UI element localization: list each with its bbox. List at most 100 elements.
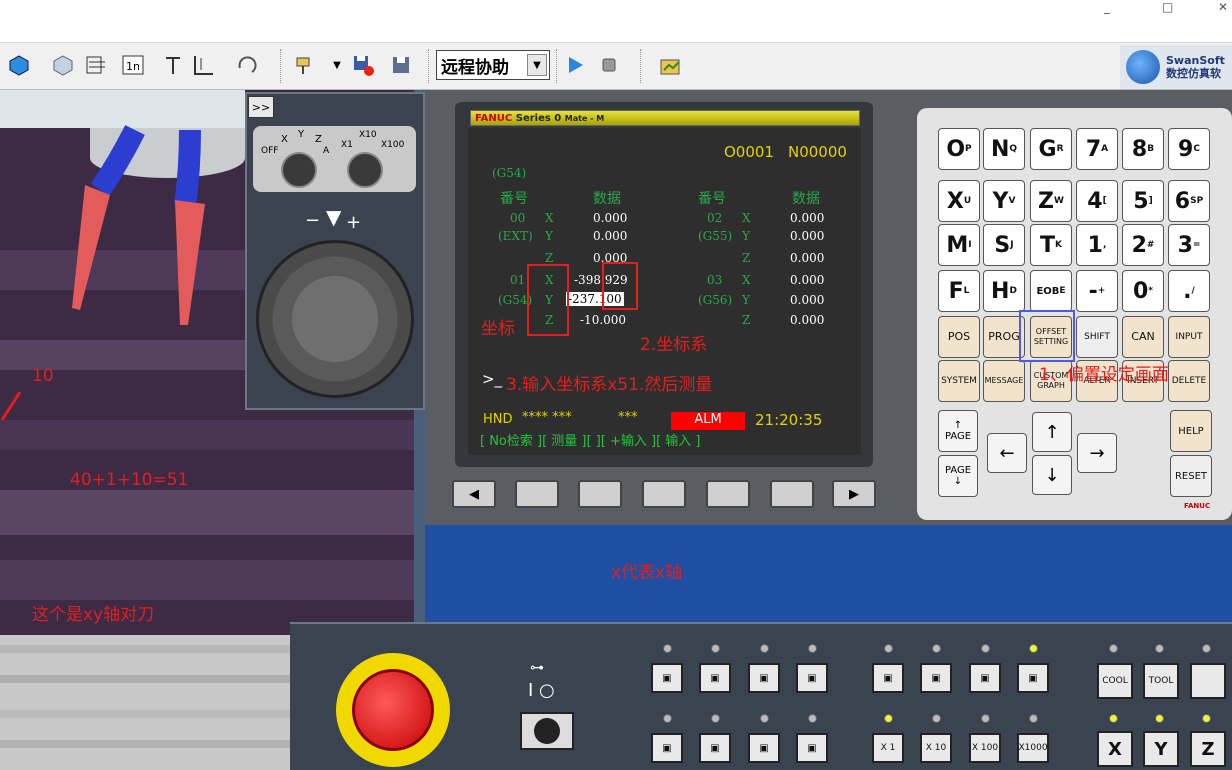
save-red-icon[interactable] [350,51,376,79]
offset-value[interactable]: 0.000 [790,211,824,225]
key-shift[interactable]: SHIFT [1076,316,1118,358]
maximize-button[interactable]: □ [1162,0,1173,14]
mode-icon-button[interactable]: ▣ [872,663,904,693]
key-x[interactable]: - + [1076,270,1118,312]
mode-icon-button[interactable]: ▣ [651,663,683,693]
mode-icon-button[interactable]: ▣ [969,663,1001,693]
axis-knob[interactable] [281,152,317,188]
t-icon[interactable] [160,51,186,79]
key-system[interactable]: SYSTEM [938,360,980,402]
key-h[interactable]: HD [983,270,1025,312]
key-5[interactable]: 5] [1122,180,1164,222]
cursor-left-button[interactable]: ← [987,433,1027,473]
cursor-right-button[interactable]: → [1077,433,1117,473]
rotate-icon[interactable] [234,51,260,79]
axis-z-button[interactable]: Z [1190,731,1226,767]
key-f[interactable]: FL [938,270,980,312]
key-7[interactable]: 7A [1076,128,1118,170]
page-up-button[interactable]: ↑ PAGE [938,410,978,452]
handwheel[interactable] [256,240,414,398]
axis-y-button[interactable]: Y [1143,731,1179,767]
key-n[interactable]: NQ [983,128,1025,170]
key-2[interactable]: 2 # [1122,224,1164,266]
key-switch[interactable] [520,712,574,750]
mode-icon-button[interactable]: ▣ [699,733,731,763]
key-t[interactable]: TK [1030,224,1072,266]
key-pos[interactable]: POS [938,316,980,358]
close-button[interactable]: ✕ [1218,0,1228,14]
play-icon[interactable] [562,51,588,79]
softkey-4-button[interactable] [706,480,750,508]
offset-value[interactable]: 0.000 [593,211,627,225]
mode-icon-button[interactable]: ▣ [699,663,731,693]
key-8[interactable]: 8B [1122,128,1164,170]
key-1[interactable]: 1, [1076,224,1118,266]
key-0[interactable]: 0 * [1122,270,1164,312]
offset-value[interactable]: 0.000 [593,229,627,243]
scale-knob[interactable] [347,152,383,188]
reset-button[interactable]: RESET [1170,455,1212,497]
mode-icon-button[interactable]: ▣ [796,733,828,763]
key-message[interactable]: MESSAGE [983,360,1025,402]
multiplier-button[interactable]: X1000 [1017,733,1049,763]
key-can[interactable]: CAN [1122,316,1164,358]
mode-icon-button[interactable]: ▣ [796,663,828,693]
key-s[interactable]: SJ [983,224,1025,266]
key-4[interactable]: 4[ [1076,180,1118,222]
tool-view-icon[interactable]: 1n [120,51,146,79]
softkey-3-button[interactable] [642,480,686,508]
key-m[interactable]: MI [938,224,980,266]
cube-icon[interactable] [6,51,32,79]
chevron-down-icon[interactable]: ▼ [324,51,350,79]
offset-value[interactable]: 0.000 [790,313,824,327]
mode-select[interactable]: 远程协助 ▼ [436,50,550,80]
save-icon[interactable] [388,51,414,79]
key-y[interactable]: YV [983,180,1025,222]
panel-function-button[interactable]: COOL [1097,663,1133,699]
key-z[interactable]: ZW [1030,180,1072,222]
mode-icon-button[interactable]: ▣ [748,733,780,763]
softkey-2-button[interactable] [578,480,622,508]
cursor-up-button[interactable]: ↑ [1032,412,1072,452]
multiplier-button[interactable]: X 10 [920,733,952,763]
input-prompt[interactable]: >_ [482,370,502,388]
softkey-prev-button[interactable]: ◀ [452,480,496,508]
help-button[interactable]: HELP [1170,410,1212,452]
mode-icon-button[interactable]: ▣ [920,663,952,693]
tool-length-icon[interactable] [190,51,216,79]
stop-icon[interactable] [596,51,622,79]
key-input[interactable]: INPUT [1168,316,1210,358]
mode-icon-button[interactable]: ▣ [748,663,780,693]
dropdown-arrow-icon[interactable]: ▼ [527,54,547,76]
probe-icon[interactable] [294,51,320,79]
key-x[interactable]: . / [1168,270,1210,312]
panel-function-button[interactable] [1190,663,1226,699]
softkey-5-button[interactable] [770,480,814,508]
key-x[interactable]: XU [938,180,980,222]
key-6[interactable]: 6 SP [1168,180,1210,222]
shaded-cube-icon[interactable] [50,51,76,79]
emergency-stop-button[interactable] [336,653,450,767]
key-eob[interactable]: EOB E [1030,270,1072,312]
key-g[interactable]: GR [1030,128,1072,170]
offset-value[interactable]: 0.000 [790,273,824,287]
key-o[interactable]: OP [938,128,980,170]
offset-value[interactable]: -10.000 [580,313,626,327]
key-3[interactable]: 3 = [1168,224,1210,266]
offset-value[interactable]: 0.000 [790,229,824,243]
key-delete[interactable]: DELETE [1168,360,1210,402]
mode-icon-button[interactable]: ▣ [651,733,683,763]
chart-icon[interactable] [658,51,684,79]
collapse-panel-button[interactable]: >> [248,96,274,118]
softkey-next-button[interactable]: ▶ [832,480,876,508]
wireframe-icon[interactable] [84,51,110,79]
key-9[interactable]: 9C [1168,128,1210,170]
softkey-1-button[interactable] [515,480,559,508]
minimize-button[interactable]: _ [1104,0,1110,14]
mode-icon-button[interactable]: ▣ [1017,663,1049,693]
multiplier-button[interactable]: X 100 [969,733,1001,763]
cursor-down-button[interactable]: ↓ [1032,455,1072,495]
offset-value[interactable]: 0.000 [790,251,824,265]
page-down-button[interactable]: PAGE ↓ [938,455,978,497]
axis-x-button[interactable]: X [1097,731,1133,767]
